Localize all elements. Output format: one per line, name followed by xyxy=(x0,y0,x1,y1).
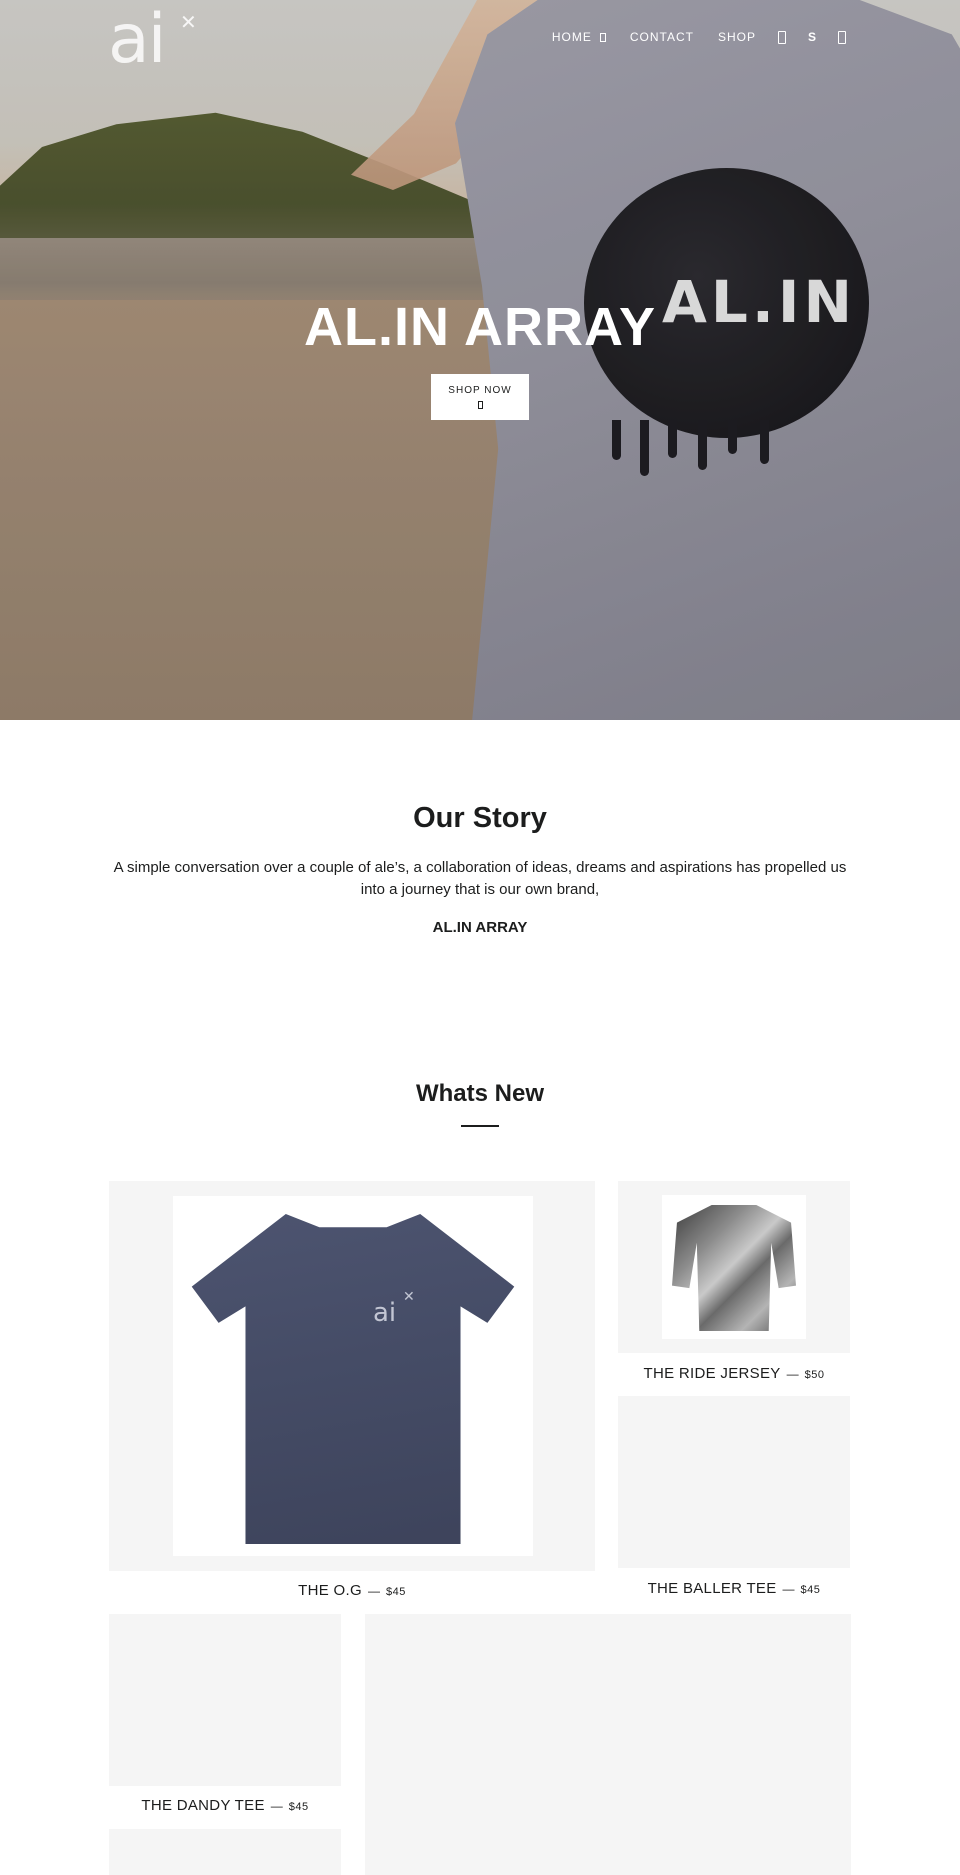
product-price: $45 xyxy=(800,1584,821,1596)
product-caption-ride-jersey[interactable]: THE RIDE JERSEY — $50 xyxy=(618,1365,850,1383)
product-name: THE BALLER TEE xyxy=(647,1580,777,1597)
nav-shop-label: SHOP xyxy=(717,30,756,44)
price-separator: — xyxy=(782,1582,795,1596)
story-text: A simple conversation over a couple of a… xyxy=(113,859,847,898)
product-price: $45 xyxy=(385,1586,406,1598)
cart-button[interactable] xyxy=(838,30,846,44)
product-name: THE O.G xyxy=(298,1582,362,1599)
product-price: $45 xyxy=(288,1801,309,1813)
tshirt-graphic xyxy=(191,1214,515,1544)
whats-new-title: Whats New xyxy=(415,1080,544,1107)
nav-shop[interactable]: SHOP xyxy=(718,30,756,44)
story-title: Our Story xyxy=(413,802,547,834)
product-caption-dandy-tee[interactable]: THE DANDY TEE — $45 xyxy=(109,1797,341,1815)
product-caption-og[interactable]: THE O.G — $45 xyxy=(109,1582,595,1600)
logo-x-mark: ✕ xyxy=(180,12,197,34)
cart-icon xyxy=(838,30,846,44)
product-image-og[interactable]: ai ✕ xyxy=(109,1181,595,1571)
logo-text: ai xyxy=(108,0,167,79)
account-icon: S xyxy=(807,30,816,44)
product-name: THE DANDY TEE xyxy=(141,1797,265,1814)
search-icon xyxy=(777,30,786,44)
product-price: $50 xyxy=(804,1369,825,1381)
our-story-section: Our Story A simple conversation over a c… xyxy=(0,720,960,936)
account-button[interactable]: S xyxy=(808,30,816,44)
arrow-icon xyxy=(477,401,483,409)
product-image-dandy-tee[interactable] xyxy=(109,1614,341,1786)
shop-now-button[interactable]: SHOP NOW xyxy=(431,374,529,420)
price-separator: — xyxy=(367,1584,380,1598)
product-image[interactable] xyxy=(109,1829,341,1875)
nav-home-label: HOME xyxy=(551,30,592,44)
tshirt-logo-x: ✕ xyxy=(403,1288,415,1304)
product-caption-baller-tee[interactable]: THE BALLER TEE — $45 xyxy=(618,1580,850,1598)
product-photo xyxy=(662,1195,806,1339)
search-button[interactable] xyxy=(777,30,786,44)
chevron-down-icon xyxy=(599,32,606,42)
product-photo: ai ✕ xyxy=(173,1196,533,1556)
story-brand: AL.IN ARRAY xyxy=(432,919,528,936)
product-image-baller-tee[interactable] xyxy=(618,1396,850,1568)
price-separator: — xyxy=(786,1367,799,1381)
product-name: THE RIDE JERSEY xyxy=(643,1365,781,1382)
hero-overlay xyxy=(0,0,960,720)
site-logo[interactable]: ai ✕ xyxy=(108,0,200,79)
nav-contact[interactable]: CONTACT xyxy=(630,30,694,44)
product-image[interactable] xyxy=(365,1614,851,1875)
tshirt-logo: ai xyxy=(373,1298,397,1328)
hero-title: AL.IN ARRAY xyxy=(303,297,657,357)
nav-contact-label: CONTACT xyxy=(629,30,694,44)
shop-now-label: SHOP NOW xyxy=(448,385,512,396)
nav-home[interactable]: HOME xyxy=(552,30,606,44)
site-header: ai ✕ HOME CONTACT SHOP S xyxy=(0,0,960,80)
hero-banner: AL.IN AL.IN ARRAY SHOP NOW xyxy=(0,0,960,720)
product-image-ride-jersey[interactable] xyxy=(618,1181,850,1353)
section-divider xyxy=(461,1125,499,1127)
jersey-graphic xyxy=(672,1205,796,1331)
main-nav: HOME CONTACT SHOP S xyxy=(528,30,846,44)
price-separator: — xyxy=(270,1799,283,1813)
